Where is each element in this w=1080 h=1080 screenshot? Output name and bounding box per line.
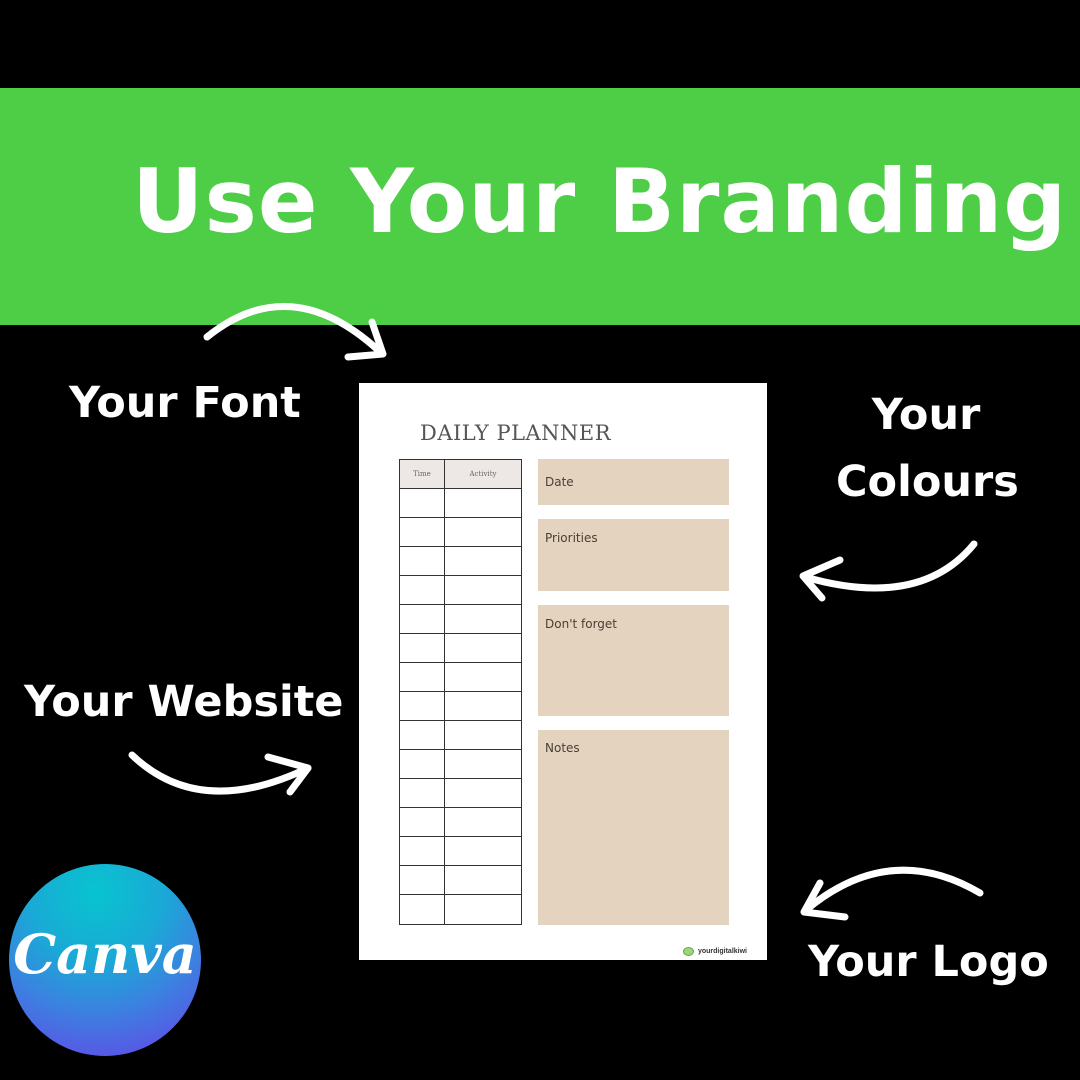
date-box: Date [538,459,729,505]
table-row [400,779,521,808]
activity-cell [445,866,521,894]
header-activity: Activity [469,470,497,478]
time-cell [400,895,445,924]
activity-cell [445,808,521,836]
table-row [400,866,521,895]
time-cell [400,663,445,691]
time-cell [400,576,445,604]
time-cell [400,605,445,633]
planner-page: DAILY PLANNER Time Activity Date Priorit… [359,383,767,960]
dont-forget-box: Don't forget [538,605,729,716]
footer-brand-text: yourdigitalkiwi [697,948,747,955]
time-cell [400,547,445,575]
activity-cell [445,634,521,662]
arrow-to-website-icon [128,751,312,796]
table-row [400,576,521,605]
label-colours-line2: Colours [836,456,1019,507]
time-cell [400,721,445,749]
label-your-website: Your Website [24,677,344,727]
time-cell [400,518,445,546]
activity-cell [445,750,521,778]
label-your-font: Your Font [69,378,301,428]
footer-brand: yourdigitalkiwi [682,947,747,956]
table-row [400,721,521,750]
table-row [400,518,521,547]
planner-title: DAILY PLANNER [420,421,612,445]
activity-cell [445,663,521,691]
header-time: Time [400,460,445,488]
canva-logo: Canva [9,864,201,1056]
canva-logo-text: Canva [13,922,197,986]
table-header-row: Time Activity [400,460,521,489]
activity-cell [445,518,521,546]
activity-cell [445,605,521,633]
table-row [400,605,521,634]
table-row [400,634,521,663]
activity-cell [445,895,521,924]
arrow-to-logo-icon [800,866,984,921]
time-cell [400,634,445,662]
activity-cell [445,576,521,604]
kiwi-logo-icon [682,947,694,956]
activity-cell [445,721,521,749]
time-cell [400,489,445,517]
activity-cell [445,489,521,517]
time-cell [400,779,445,807]
activity-cell [445,692,521,720]
schedule-table: Time Activity [399,459,522,925]
activity-cell [445,779,521,807]
banner-title: Use Your Branding [132,150,1068,253]
label-your-logo: Your Logo [808,937,1049,987]
time-cell [400,866,445,894]
table-row [400,692,521,721]
table-row [400,750,521,779]
priorities-box: Priorities [538,519,729,591]
table-row [400,489,521,518]
notes-box: Notes [538,730,729,925]
time-cell [400,837,445,865]
table-row [400,547,521,576]
time-cell [400,750,445,778]
time-cell [400,808,445,836]
label-colours-line1: Your [871,390,981,440]
activity-cell [445,547,521,575]
time-cell [400,692,445,720]
table-row [400,895,521,924]
arrow-to-colours-icon [799,540,978,602]
label-your-colours: Your Colours [836,382,1019,515]
activity-cell [445,837,521,865]
table-row [400,837,521,866]
table-row [400,663,521,692]
table-row [400,808,521,837]
